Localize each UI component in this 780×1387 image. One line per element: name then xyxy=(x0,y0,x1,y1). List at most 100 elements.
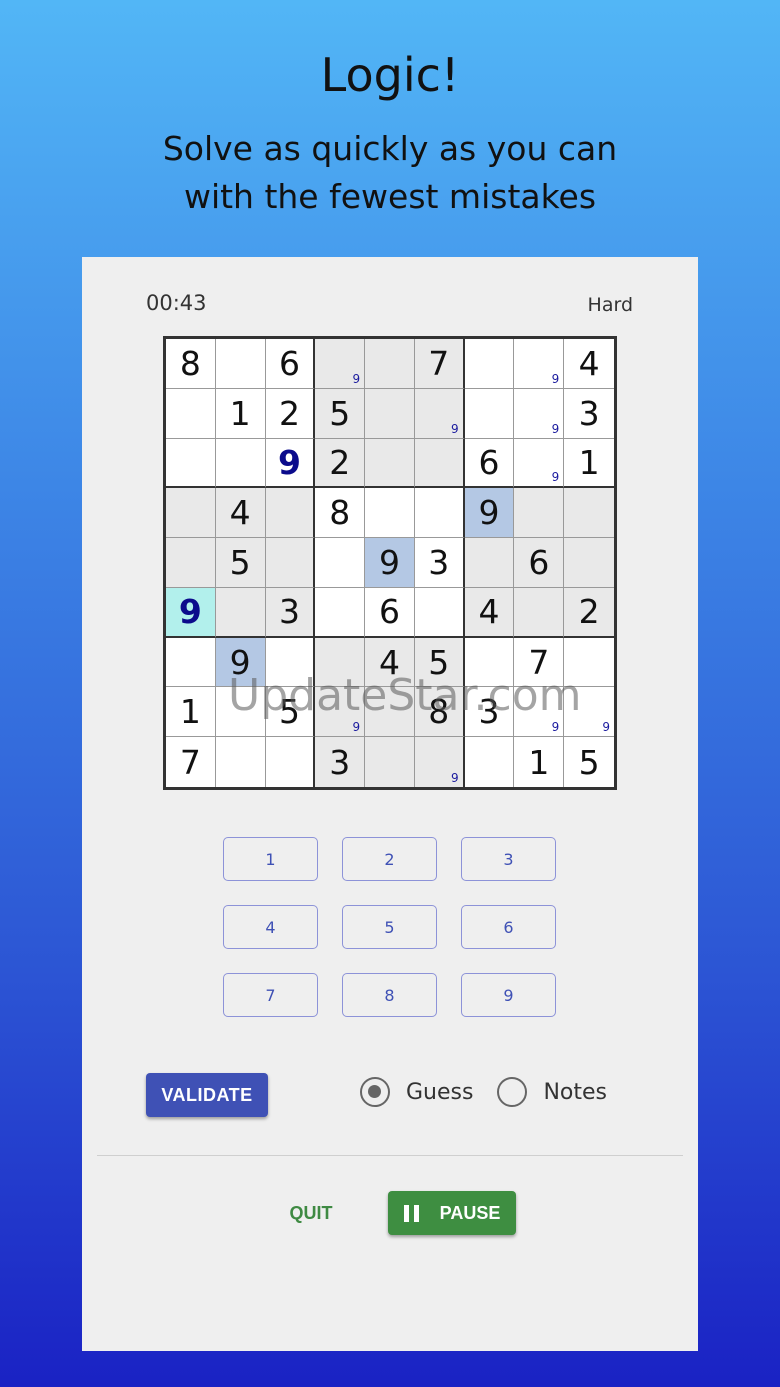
sudoku-cell[interactable]: 7 xyxy=(166,737,216,787)
sudoku-cell[interactable]: 9 xyxy=(514,687,565,738)
sudoku-cell[interactable] xyxy=(464,637,515,688)
sudoku-cell[interactable] xyxy=(365,438,415,489)
sudoku-cell[interactable] xyxy=(216,737,266,787)
number-button-6[interactable]: 6 xyxy=(461,905,556,949)
sudoku-cell[interactable]: 9 xyxy=(166,587,216,638)
number-button-1[interactable]: 1 xyxy=(223,837,318,881)
sudoku-cell[interactable]: 9 xyxy=(414,737,465,787)
sudoku-cell[interactable]: 9 xyxy=(215,637,266,688)
sudoku-cell[interactable]: 1 xyxy=(166,687,216,738)
mode-notes-radio[interactable]: Notes xyxy=(497,1077,607,1107)
sudoku-cell[interactable]: 5 xyxy=(564,737,614,787)
sudoku-cell[interactable] xyxy=(265,538,316,588)
sudoku-cell[interactable]: 6 xyxy=(365,587,415,638)
sudoku-cell[interactable] xyxy=(315,637,366,688)
sudoku-cell[interactable] xyxy=(564,488,614,539)
sudoku-cell[interactable]: 2 xyxy=(564,587,614,638)
sudoku-cell[interactable]: 9 xyxy=(514,438,565,489)
sudoku-cell[interactable]: 3 xyxy=(414,538,465,588)
sudoku-cell[interactable] xyxy=(514,488,565,539)
sudoku-cell[interactable] xyxy=(464,538,515,588)
sudoku-cell[interactable] xyxy=(215,587,266,638)
page-subtitle: Solve as quickly as you can with the few… xyxy=(0,125,780,221)
sudoku-cell[interactable]: 4 xyxy=(215,488,266,539)
sudoku-cell[interactable] xyxy=(365,687,415,738)
sudoku-cell[interactable] xyxy=(365,388,415,439)
number-button-5[interactable]: 5 xyxy=(342,905,437,949)
sudoku-cell[interactable]: 8 xyxy=(414,687,465,738)
sudoku-cell[interactable]: 9 xyxy=(365,538,415,588)
sudoku-cell[interactable]: 1 xyxy=(564,439,614,489)
sudoku-cell[interactable] xyxy=(514,587,565,638)
sudoku-cell[interactable] xyxy=(166,438,216,489)
sudoku-cell[interactable] xyxy=(464,388,515,439)
sudoku-cell[interactable] xyxy=(265,637,316,688)
sudoku-cell[interactable]: 1 xyxy=(215,388,266,439)
cell-value: 3 xyxy=(428,542,450,582)
sudoku-cell[interactable]: 3 xyxy=(564,389,614,439)
sudoku-cell[interactable] xyxy=(465,737,515,787)
sudoku-cell[interactable]: 6 xyxy=(514,538,565,588)
sudoku-cell[interactable] xyxy=(315,538,366,588)
sudoku-cell[interactable] xyxy=(166,538,216,588)
sudoku-cell[interactable] xyxy=(166,637,216,688)
sudoku-cell[interactable]: 9 xyxy=(414,388,465,439)
sudoku-cell[interactable]: 2 xyxy=(265,388,316,439)
sudoku-cell[interactable]: 9 xyxy=(265,438,316,489)
sudoku-cell[interactable]: 9 xyxy=(514,339,565,389)
sudoku-cell[interactable] xyxy=(215,438,266,489)
cell-value: 8 xyxy=(428,692,450,732)
sudoku-cell[interactable] xyxy=(365,339,415,389)
sudoku-cell[interactable] xyxy=(365,737,415,787)
validate-button[interactable]: VALIDATE xyxy=(146,1073,268,1117)
sudoku-cell[interactable]: 5 xyxy=(414,637,465,688)
number-button-3[interactable]: 3 xyxy=(461,837,556,881)
sudoku-cell[interactable]: 3 xyxy=(315,737,366,787)
sudoku-cell[interactable]: 4 xyxy=(365,637,415,688)
mode-guess-radio[interactable]: Guess xyxy=(360,1077,473,1107)
sudoku-cell[interactable]: 6 xyxy=(265,339,316,389)
sudoku-cell[interactable]: 6 xyxy=(464,438,515,489)
sudoku-cell[interactable] xyxy=(464,339,515,389)
number-button-2[interactable]: 2 xyxy=(342,837,437,881)
sudoku-cell[interactable]: 4 xyxy=(564,339,614,389)
sudoku-cell[interactable]: 9 xyxy=(315,339,366,389)
number-button-8[interactable]: 8 xyxy=(342,973,437,1017)
sudoku-cell[interactable]: 9 xyxy=(315,687,366,738)
sudoku-cell[interactable]: 3 xyxy=(265,587,316,638)
sudoku-cell[interactable] xyxy=(215,687,266,738)
sudoku-cell[interactable] xyxy=(365,488,415,539)
sudoku-cell[interactable]: 1 xyxy=(514,737,565,787)
sudoku-cell[interactable]: 5 xyxy=(265,687,316,738)
sudoku-cell[interactable] xyxy=(414,587,465,638)
sudoku-cell[interactable]: 5 xyxy=(315,388,366,439)
sudoku-cell[interactable]: 5 xyxy=(215,538,266,588)
sudoku-cell[interactable] xyxy=(414,438,465,489)
sudoku-cell[interactable] xyxy=(564,638,614,688)
sudoku-cell[interactable] xyxy=(166,388,216,439)
number-button-7[interactable]: 7 xyxy=(223,973,318,1017)
sudoku-cell[interactable]: 7 xyxy=(414,339,465,389)
number-button-9[interactable]: 9 xyxy=(461,973,556,1017)
sudoku-cell[interactable]: 3 xyxy=(464,687,515,738)
sudoku-cell[interactable] xyxy=(215,339,266,389)
pause-button[interactable]: PAUSE xyxy=(388,1191,516,1235)
radio-checked-icon[interactable] xyxy=(360,1077,390,1107)
radio-unchecked-icon[interactable] xyxy=(497,1077,528,1107)
sudoku-cell[interactable]: 9 xyxy=(464,488,515,539)
sudoku-cell[interactable] xyxy=(265,488,316,539)
number-button-4[interactable]: 4 xyxy=(223,905,318,949)
sudoku-cell[interactable] xyxy=(414,488,465,539)
sudoku-cell[interactable]: 9 xyxy=(514,388,565,439)
sudoku-cell[interactable]: 8 xyxy=(166,339,216,389)
sudoku-cell[interactable]: 4 xyxy=(464,587,515,638)
sudoku-cell[interactable] xyxy=(266,737,316,787)
sudoku-cell[interactable] xyxy=(564,538,614,588)
sudoku-cell[interactable]: 7 xyxy=(514,637,565,688)
sudoku-cell[interactable]: 9 xyxy=(564,687,614,738)
sudoku-cell[interactable]: 2 xyxy=(315,438,366,489)
sudoku-cell[interactable]: 8 xyxy=(315,488,366,539)
quit-button[interactable]: QUIT xyxy=(275,1191,347,1235)
sudoku-cell[interactable] xyxy=(166,488,216,539)
sudoku-cell[interactable] xyxy=(315,587,366,638)
